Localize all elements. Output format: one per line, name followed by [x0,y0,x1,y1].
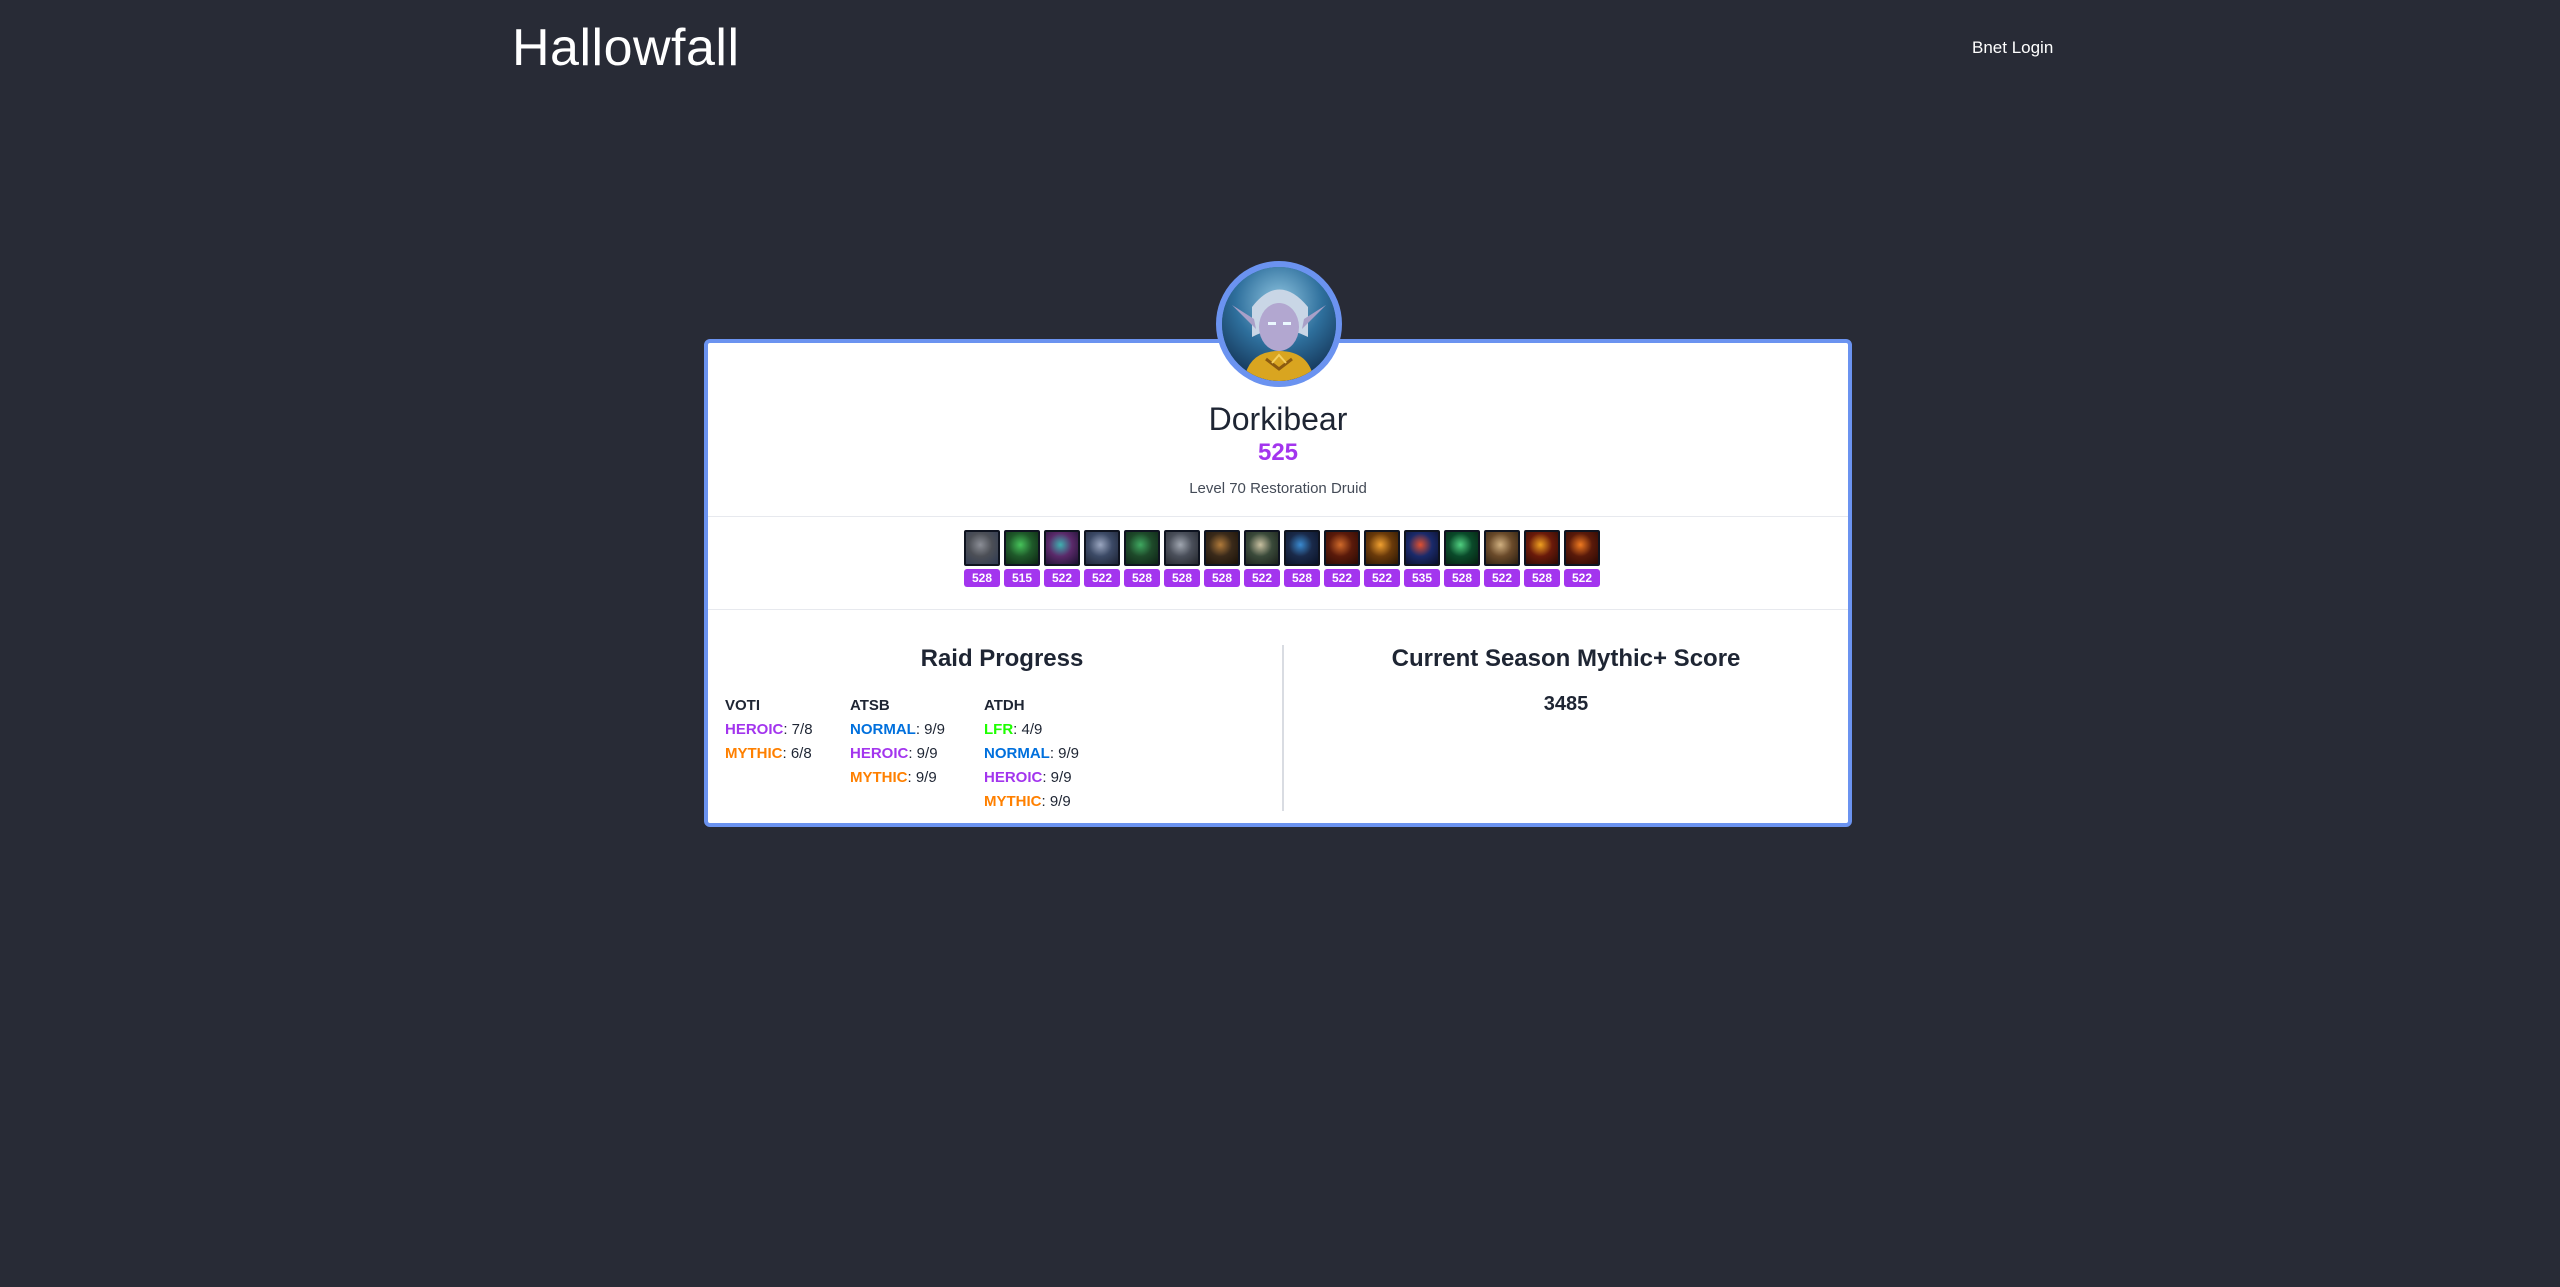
belt-gear-icon[interactable] [1244,530,1280,566]
difficulty-label: MYTHIC [984,793,1042,810]
raid-name: ATDH [984,697,1025,714]
raid-name: VOTI [725,697,761,714]
progress-value: : 9/9 [1049,745,1080,762]
mythic-plus-title: Current Season Mythic+ Score [1391,645,1741,672]
raid-difficulty-row: NORMAL: 9/9 [850,718,945,742]
difficulty-label: NORMAL [984,745,1050,762]
gear-slot[interactable]: 522 [1484,530,1520,587]
gear-list: 528 515 522 522 528 528 528 522 528 522 522 535 528 5… [964,530,1600,587]
character-item-level: 525 [1257,439,1299,466]
difficulty-label: HEROIC [725,721,784,738]
gear-slot[interactable]: 528 [1524,530,1560,587]
gear-item-level-badge: 528 [1124,569,1160,587]
bracer-gear-icon[interactable] [1164,530,1200,566]
gear-item-level-badge: 522 [1564,569,1600,587]
gear-item-level-badge: 528 [1444,569,1480,587]
gear-item-level-badge: 528 [1204,569,1240,587]
raid-column-atdh: ATDH LFR: 4/9 NORMAL: 9/9 HEROIC: 9/9 MYTHIC… [984,694,1079,814]
difficulty-label: LFR [984,721,1014,738]
legs-gear-icon[interactable] [1284,530,1320,566]
gear-slot[interactable]: 528 [1284,530,1320,587]
gear-item-level-badge: 522 [1484,569,1520,587]
gear-slot[interactable]: 522 [1564,530,1600,587]
gear-item-level-badge: 522 [1044,569,1080,587]
raid-difficulty-row: HEROIC: 9/9 [984,766,1079,790]
night-elf-portrait-icon [1222,267,1336,381]
progress-value: : 7/8 [783,721,813,738]
difficulty-label: HEROIC [984,769,1043,786]
gear-slot[interactable]: 528 [1124,530,1160,587]
progress-value: : 9/9 [908,745,938,762]
section-divider [708,516,1848,517]
chest-gear-icon[interactable] [1084,530,1120,566]
raid-difficulty-row: MYTHIC: 9/9 [850,766,945,790]
raid-difficulty-row: LFR: 4/9 [984,718,1079,742]
bnet-login-link[interactable]: Bnet Login [1972,38,2053,58]
difficulty-label: MYTHIC [725,745,783,762]
gear-item-level-badge: 528 [1524,569,1560,587]
gear-slot[interactable]: 528 [1164,530,1200,587]
progress-value: : 4/9 [1013,721,1043,738]
progress-value: : 9/9 [1041,793,1071,810]
progress-value: : 6/8 [782,745,812,762]
offhand-gear-icon[interactable] [1564,530,1600,566]
gear-item-level-badge: 528 [964,569,1000,587]
raid-progress-title: Raid Progress [920,645,1084,672]
raid-difficulty-row: MYTHIC: 6/8 [725,742,813,766]
gear-slot[interactable]: 528 [1204,530,1240,587]
gear-item-level-badge: 522 [1244,569,1280,587]
gear-slot[interactable]: 522 [1324,530,1360,587]
gear-slot[interactable]: 535 [1404,530,1440,587]
neck-gear-icon[interactable] [1004,530,1040,566]
raid-difficulty-row: HEROIC: 9/9 [850,742,945,766]
site-title[interactable]: Hallowfall [512,18,740,78]
raid-column-voti: VOTI HEROIC: 7/8 MYTHIC: 6/8 [725,694,813,766]
raid-difficulty-row: NORMAL: 9/9 [984,742,1079,766]
raid-difficulty-row: HEROIC: 7/8 [725,718,813,742]
gear-item-level-badge: 535 [1404,569,1440,587]
shoulder-gear-icon[interactable] [964,530,1000,566]
trinket-gear-icon[interactable] [1444,530,1480,566]
section-divider [708,609,1848,610]
character-name: Dorkibear [1208,401,1348,437]
gear-slot[interactable]: 522 [1364,530,1400,587]
mythic-plus-score: 3485 [1543,693,1589,715]
difficulty-label: MYTHIC [850,769,908,786]
gear-item-level-badge: 522 [1364,569,1400,587]
progress-value: : 9/9 [907,769,937,786]
gear-item-level-badge: 522 [1084,569,1120,587]
ring-gear-icon[interactable] [1364,530,1400,566]
trinket-2-gear-icon[interactable] [1484,530,1520,566]
difficulty-label: HEROIC [850,745,909,762]
ring-2-gear-icon[interactable] [1404,530,1440,566]
raid-difficulty-row: MYTHIC: 9/9 [984,790,1079,814]
head-gear-icon[interactable] [1044,530,1080,566]
cloak-gear-icon[interactable] [1124,530,1160,566]
weapon-gear-icon[interactable] [1524,530,1560,566]
raid-column-atsb: ATSB NORMAL: 9/9 HEROIC: 9/9 MYTHIC: 9/9 [850,694,945,790]
character-avatar [1216,261,1342,387]
gear-slot[interactable]: 522 [1044,530,1080,587]
boots-gear-icon[interactable] [1324,530,1360,566]
gear-slot[interactable]: 522 [1244,530,1280,587]
gear-item-level-badge: 528 [1164,569,1200,587]
character-description: Level 70 Restoration Druid [1189,480,1367,497]
gloves-gear-icon[interactable] [1204,530,1240,566]
gear-item-level-badge: 528 [1284,569,1320,587]
gear-item-level-badge: 515 [1004,569,1040,587]
gear-slot[interactable]: 522 [1084,530,1120,587]
difficulty-label: NORMAL [850,721,916,738]
gear-slot[interactable]: 528 [964,530,1000,587]
character-card: Dorkibear 525 Level 70 Restoration Druid… [704,339,1852,827]
progress-value: : 9/9 [1042,769,1072,786]
gear-item-level-badge: 522 [1324,569,1360,587]
progress-value: : 9/9 [915,721,946,738]
raid-name: ATSB [850,697,890,714]
gear-slot[interactable]: 528 [1444,530,1480,587]
gear-slot[interactable]: 515 [1004,530,1040,587]
